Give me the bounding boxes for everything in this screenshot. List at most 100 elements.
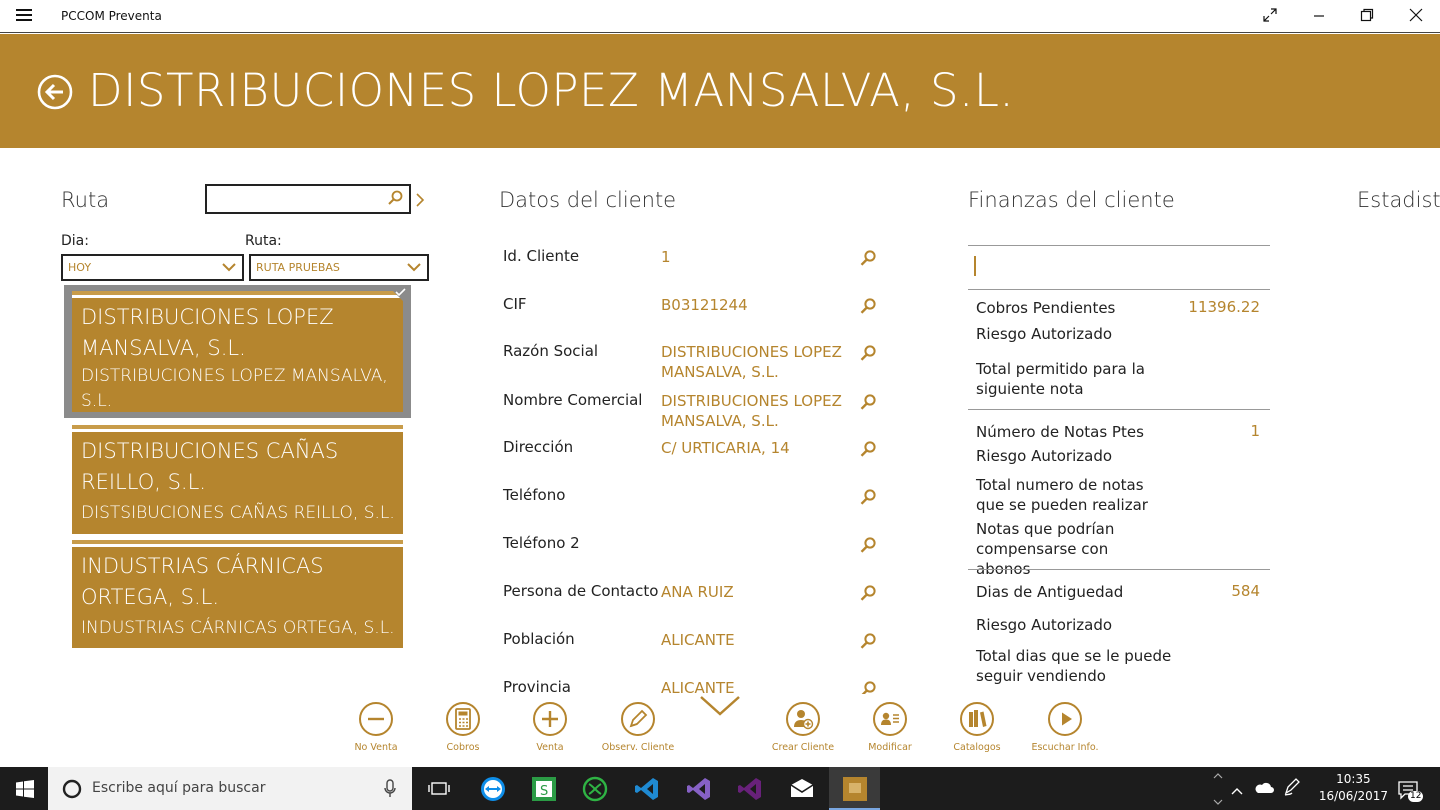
client-card-selected[interactable]: DISTRIBUCIONES LOPEZ MANSALVA, S.L. DIST… <box>72 291 403 412</box>
restore-icon[interactable] <box>1357 8 1377 26</box>
zoom-icon[interactable] <box>859 297 877 315</box>
ruta-search-input[interactable] <box>213 186 383 212</box>
search-icon[interactable] <box>387 190 403 210</box>
client-card-subtitle: INDUSTRIAS CÁRNICAS ORTEGA, S.L. <box>81 618 395 638</box>
field-value: ANA RUIZ <box>661 583 734 601</box>
pencil-icon <box>621 702 655 736</box>
appbar-button-label: Cobros <box>446 742 480 753</box>
vscode-icon[interactable] <box>634 776 660 802</box>
ruta-select[interactable]: RUTA PRUEBAS <box>249 254 429 281</box>
appbar-button-label: Crear Cliente <box>771 742 835 753</box>
total-permitido-label: Total permitido para la siguiente nota <box>976 360 1145 398</box>
total-notas-label: Total numero de notas que se pueden real… <box>976 476 1148 514</box>
notification-center-icon[interactable]: 12 <box>1396 777 1424 803</box>
taskbar-active-app[interactable] <box>829 767 880 810</box>
field-value: B03121244 <box>661 296 748 314</box>
chevron-up-icon[interactable] <box>1231 781 1243 800</box>
appbar-button-label: Venta <box>536 742 564 753</box>
window-title: PCCOM Preventa <box>61 9 162 23</box>
taskbar-clock[interactable]: 10:35 16/06/2017 <box>1319 771 1388 805</box>
cobros-pendientes-value: 11396.22 <box>1188 298 1260 316</box>
page-header: DISTRIBUCIONES LOPEZ MANSALVA, S.L. <box>0 34 1440 148</box>
zoom-icon[interactable] <box>859 393 877 411</box>
minus-icon <box>359 702 393 736</box>
zoom-icon[interactable] <box>859 344 877 362</box>
client-card[interactable]: INDUSTRIAS CÁRNICAS ORTEGA, S.L. INDUSTR… <box>72 540 403 648</box>
calculator-icon <box>446 702 480 736</box>
dia-select[interactable]: HOY <box>61 254 244 281</box>
teamviewer-icon[interactable] <box>480 776 506 802</box>
venta-button[interactable]: Venta <box>510 702 590 753</box>
ruta-heading: Ruta <box>61 188 110 212</box>
client-card-title: DISTRIBUCIONES CAÑAS REILLO, S.L. <box>81 439 339 494</box>
mail-icon[interactable] <box>789 776 815 802</box>
clock-time: 10:35 <box>1336 772 1371 786</box>
zoom-icon[interactable] <box>859 632 877 650</box>
estadisticas-heading: Estadisti <box>1357 188 1440 212</box>
close-icon[interactable] <box>1406 8 1426 26</box>
client-card-title: INDUSTRIAS CÁRNICAS ORTEGA, S.L. <box>81 554 324 609</box>
dias-antiguedad-value: 584 <box>1231 582 1260 600</box>
no-venta-button[interactable]: No Venta <box>336 702 416 753</box>
field-label: Nombre Comercial <box>503 391 643 409</box>
svg-text:S: S <box>540 784 548 799</box>
dias-antiguedad-label: Dias de Antiguedad <box>976 583 1124 601</box>
onedrive-cloud-icon[interactable] <box>1254 779 1274 798</box>
plus-icon <box>533 702 567 736</box>
appbar-button-label: Escuchar Info. <box>1031 742 1099 753</box>
zoom-icon[interactable] <box>859 584 877 602</box>
ruta-label: Ruta: <box>245 233 282 249</box>
app-bar: No Venta Cobros Venta Observ. Cliente Crear … <box>0 694 1440 767</box>
add-user-icon <box>786 702 820 736</box>
minimize-icon[interactable] <box>1309 8 1329 26</box>
xbox-app-icon[interactable] <box>582 776 608 802</box>
hamburger-menu-icon[interactable] <box>16 9 32 23</box>
field-label: CIF <box>503 295 527 313</box>
riesgo-autorizado-label: Riesgo Autorizado <box>976 325 1113 343</box>
field-value: C/ URTICARIA, 14 <box>661 439 790 457</box>
field-value: 1 <box>661 248 671 266</box>
back-arrow-icon[interactable] <box>37 74 73 110</box>
escuchar-info-button[interactable]: Escuchar Info. <box>1025 702 1105 753</box>
visual-studio-icon[interactable] <box>686 776 712 802</box>
client-card-title: DISTRIBUCIONES LOPEZ MANSALVA, S.L. <box>81 305 334 360</box>
observ-cliente-button[interactable]: Observ. Cliente <box>598 702 678 753</box>
modificar-button[interactable]: Modificar <box>850 702 930 753</box>
pen-icon[interactable] <box>1283 778 1301 800</box>
taskbar-scroll[interactable] <box>1213 771 1223 810</box>
divider <box>968 245 1270 246</box>
title-bar: PCCOM Preventa <box>0 0 1440 33</box>
field-label: Persona de Contacto <box>503 582 659 600</box>
appbar-button-label: Catalogos <box>953 742 1001 753</box>
task-view-icon[interactable] <box>426 776 452 802</box>
num-notas-value: 1 <box>1250 422 1260 440</box>
microphone-icon[interactable] <box>384 779 396 799</box>
taskbar: Escribe aquí para buscar S 10:35 16/06/2… <box>0 767 1440 810</box>
zoom-icon[interactable] <box>859 249 877 267</box>
field-label: Dirección <box>503 438 574 456</box>
cobros-button[interactable]: Cobros <box>423 702 503 753</box>
catalogos-button[interactable]: Catalogos <box>937 702 1017 753</box>
appbar-button-label: Modificar <box>868 742 912 753</box>
windows-start-icon[interactable] <box>16 780 34 802</box>
pccom-app-icon <box>843 777 867 801</box>
chevron-right-icon[interactable] <box>415 192 425 212</box>
taskbar-search-box[interactable]: Escribe aquí para buscar <box>48 767 412 810</box>
contact-card-icon <box>873 702 907 736</box>
crear-cliente-button[interactable]: Crear Cliente <box>763 702 843 753</box>
fullscreen-icon[interactable] <box>1260 8 1280 26</box>
taskbar-search-placeholder: Escribe aquí para buscar <box>92 780 266 796</box>
chevron-down-icon[interactable] <box>698 694 742 722</box>
field-value: DISTRIBUCIONES LOPEZ MANSALVA, S.L. <box>661 343 842 381</box>
ruta-search-box[interactable] <box>205 184 411 214</box>
dia-select-value: HOY <box>68 261 92 274</box>
divider <box>968 289 1270 290</box>
sway-app-icon[interactable]: S <box>531 776 557 802</box>
zoom-icon[interactable] <box>859 440 877 458</box>
visual-studio-2-icon[interactable] <box>737 776 763 802</box>
client-card[interactable]: DISTRIBUCIONES CAÑAS REILLO, S.L. DISTSI… <box>72 425 403 534</box>
chevron-down-icon <box>222 262 236 275</box>
chevron-down-icon <box>407 262 421 275</box>
zoom-icon[interactable] <box>859 488 877 506</box>
zoom-icon[interactable] <box>859 536 877 554</box>
